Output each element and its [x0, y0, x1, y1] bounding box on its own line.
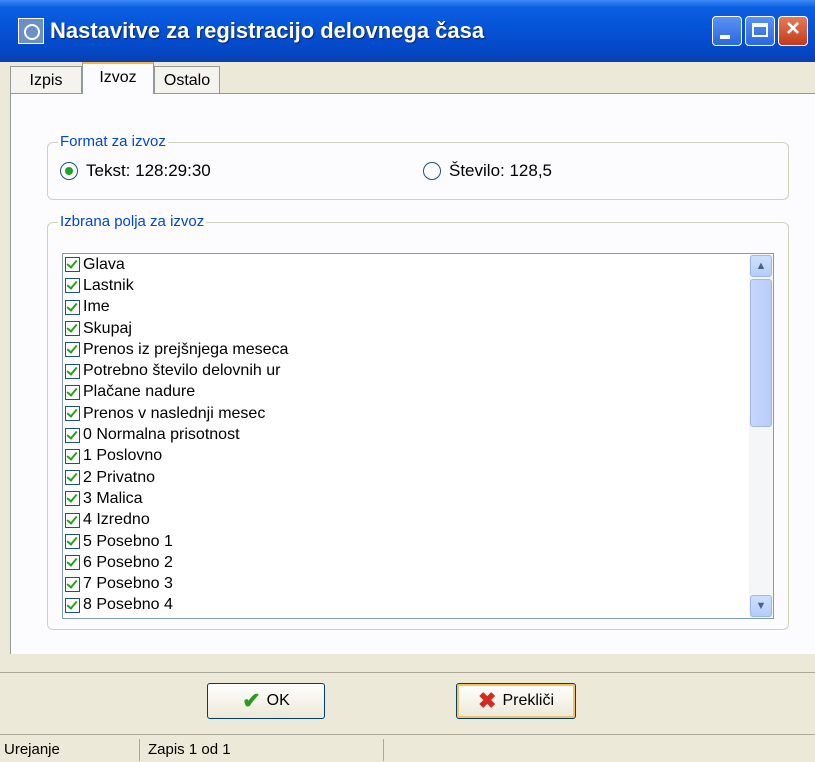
list-item-label: 1 Poslovno [83, 447, 163, 465]
list-item-label: 0 Normalna prisotnost [83, 426, 240, 444]
settings-dialog: Nastavitve za registracijo delovnega čas… [0, 0, 815, 762]
list-item[interactable]: 5 Posebno 1 [63, 531, 773, 552]
list-item[interactable]: Potrebno število delovnih ur [63, 360, 773, 381]
button-bar: ✔ OK ✖ Prekliči [0, 672, 815, 735]
list-item-label: 6 Posebno 2 [83, 553, 173, 571]
minimize-button[interactable] [712, 16, 742, 46]
status-bar: Urejanje Zapis 1 od 1 [0, 734, 815, 762]
checkbox-checked-icon[interactable] [65, 278, 80, 294]
tab-izpis[interactable]: Izpis [10, 66, 82, 93]
list-item[interactable]: 8 Posebno 4 [63, 595, 773, 616]
checkbox-checked-icon[interactable] [65, 406, 80, 422]
scroll-down-button[interactable]: ▼ [750, 595, 772, 617]
close-icon: × [785, 15, 800, 42]
cancel-button[interactable]: ✖ Prekliči [456, 683, 576, 719]
list-item[interactable]: Lastnik [63, 275, 773, 296]
tab-ostalo[interactable]: Ostalo [154, 66, 220, 93]
title-bar[interactable]: Nastavitve za registracijo delovnega čas… [0, 0, 815, 62]
radio-unselected-icon [423, 162, 441, 180]
checkbox-checked-icon[interactable] [65, 491, 80, 507]
list-item[interactable]: Prenos iz prejšnjega meseca [63, 339, 773, 360]
list-item-label: 5 Posebno 1 [83, 532, 173, 550]
radio-text-format-label: Tekst: 128:29:30 [86, 161, 211, 180]
list-item-label: Plačane nadure [83, 383, 196, 401]
checkbox-checked-icon[interactable] [65, 512, 80, 528]
checkbox-checked-icon[interactable] [65, 448, 80, 464]
list-item-label: Prenos iz prejšnjega meseca [83, 340, 289, 358]
radio-selected-icon [60, 162, 78, 180]
checkbox-checked-icon[interactable] [65, 470, 80, 486]
list-item[interactable]: Glava [63, 254, 773, 275]
list-item-label: Glava [83, 255, 125, 273]
export-fields-legend: Izbrana polja za izvoz [58, 213, 207, 230]
radio-number-format-label: Število: 128,5 [449, 161, 553, 180]
export-fields-list[interactable]: Glava Lastnik Ime Skupaj Prenos iz prejšnjeg… [62, 253, 774, 619]
list-item[interactable]: 7 Posebno 3 [63, 573, 773, 594]
cancel-button-label: Prekliči [502, 692, 554, 709]
export-format-group: Format za izvoz Tekst: 128:29:30 Število… [47, 133, 789, 200]
list-item-label: 7 Posebno 3 [83, 575, 173, 593]
checkbox-checked-icon[interactable] [65, 384, 80, 400]
close-button[interactable]: × [778, 15, 808, 46]
list-item-label: 4 Izredno [83, 511, 150, 529]
list-item[interactable]: Ime [63, 297, 773, 318]
tab-strip: Izpis Izvoz Ostalo [0, 62, 815, 94]
list-item-label: 9 Praznik [83, 618, 150, 619]
checkbox-checked-icon[interactable] [65, 363, 80, 379]
tab-izvoz[interactable]: Izvoz [82, 62, 154, 94]
radio-number-format[interactable]: Število: 128,5 [423, 161, 552, 181]
list-item-label: Lastnik [83, 276, 134, 294]
list-item-label: 8 Posebno 4 [83, 596, 173, 614]
checkbox-checked-icon[interactable] [65, 427, 80, 443]
list-item[interactable]: 4 Izredno [63, 510, 773, 531]
list-item[interactable]: 1 Poslovno [63, 446, 773, 467]
list-item-label: Skupaj [83, 319, 132, 337]
checkmark-icon: ✔ [242, 688, 261, 713]
window-title: Nastavitve za registracijo delovnega čas… [50, 18, 485, 43]
checkbox-checked-icon[interactable] [65, 576, 80, 592]
list-item[interactable]: Skupaj [63, 318, 773, 339]
status-record: Zapis 1 od 1 [144, 739, 384, 761]
scroll-up-button[interactable]: ▲ [750, 255, 772, 277]
list-item-label: 3 Malica [83, 489, 143, 507]
status-empty [388, 739, 808, 761]
list-item[interactable]: 2 Privatno [63, 467, 773, 488]
checkbox-checked-icon[interactable] [65, 321, 80, 337]
list-item-label: Ime [83, 298, 110, 316]
tab-panel-izvoz: Format za izvoz Tekst: 128:29:30 Število… [10, 93, 815, 654]
list-item-label: Prenos v naslednji mesec [83, 404, 266, 422]
list-item[interactable]: Prenos v naslednji mesec [63, 403, 773, 424]
vertical-scrollbar[interactable]: ▲ ▼ [749, 254, 773, 618]
list-item-label: Potrebno število delovnih ur [83, 362, 281, 380]
checkbox-checked-icon[interactable] [65, 555, 80, 571]
checkbox-checked-icon[interactable] [65, 534, 80, 549]
checkbox-checked-icon[interactable] [65, 257, 80, 273]
export-fields-group: Izbrana polja za izvoz Glava Lastnik Ime Sk… [47, 213, 789, 630]
list-items: Glava Lastnik Ime Skupaj Prenos iz prejšnjeg… [63, 254, 773, 619]
checkbox-checked-icon[interactable] [65, 342, 80, 358]
status-mode: Urejanje [0, 739, 140, 761]
checkbox-checked-icon[interactable] [65, 299, 80, 315]
ok-button-label: OK [266, 692, 290, 709]
maximize-button[interactable] [745, 16, 775, 46]
radio-text-format[interactable]: Tekst: 128:29:30 [60, 161, 211, 181]
ok-button[interactable]: ✔ OK [207, 683, 325, 719]
export-format-legend: Format za izvoz [58, 133, 168, 150]
list-item[interactable]: Plačane nadure [63, 382, 773, 403]
list-item[interactable]: 6 Posebno 2 [63, 552, 773, 573]
list-item-label: 2 Privatno [83, 468, 156, 486]
scroll-thumb[interactable] [750, 279, 772, 427]
checkbox-checked-icon[interactable] [65, 597, 80, 613]
list-item[interactable]: 0 Normalna prisotnost [63, 424, 773, 445]
list-item[interactable]: 3 Malica [63, 488, 773, 509]
cancel-x-icon: ✖ [478, 688, 497, 713]
list-item[interactable]: 9 Praznik [63, 616, 773, 619]
app-icon [18, 18, 44, 44]
